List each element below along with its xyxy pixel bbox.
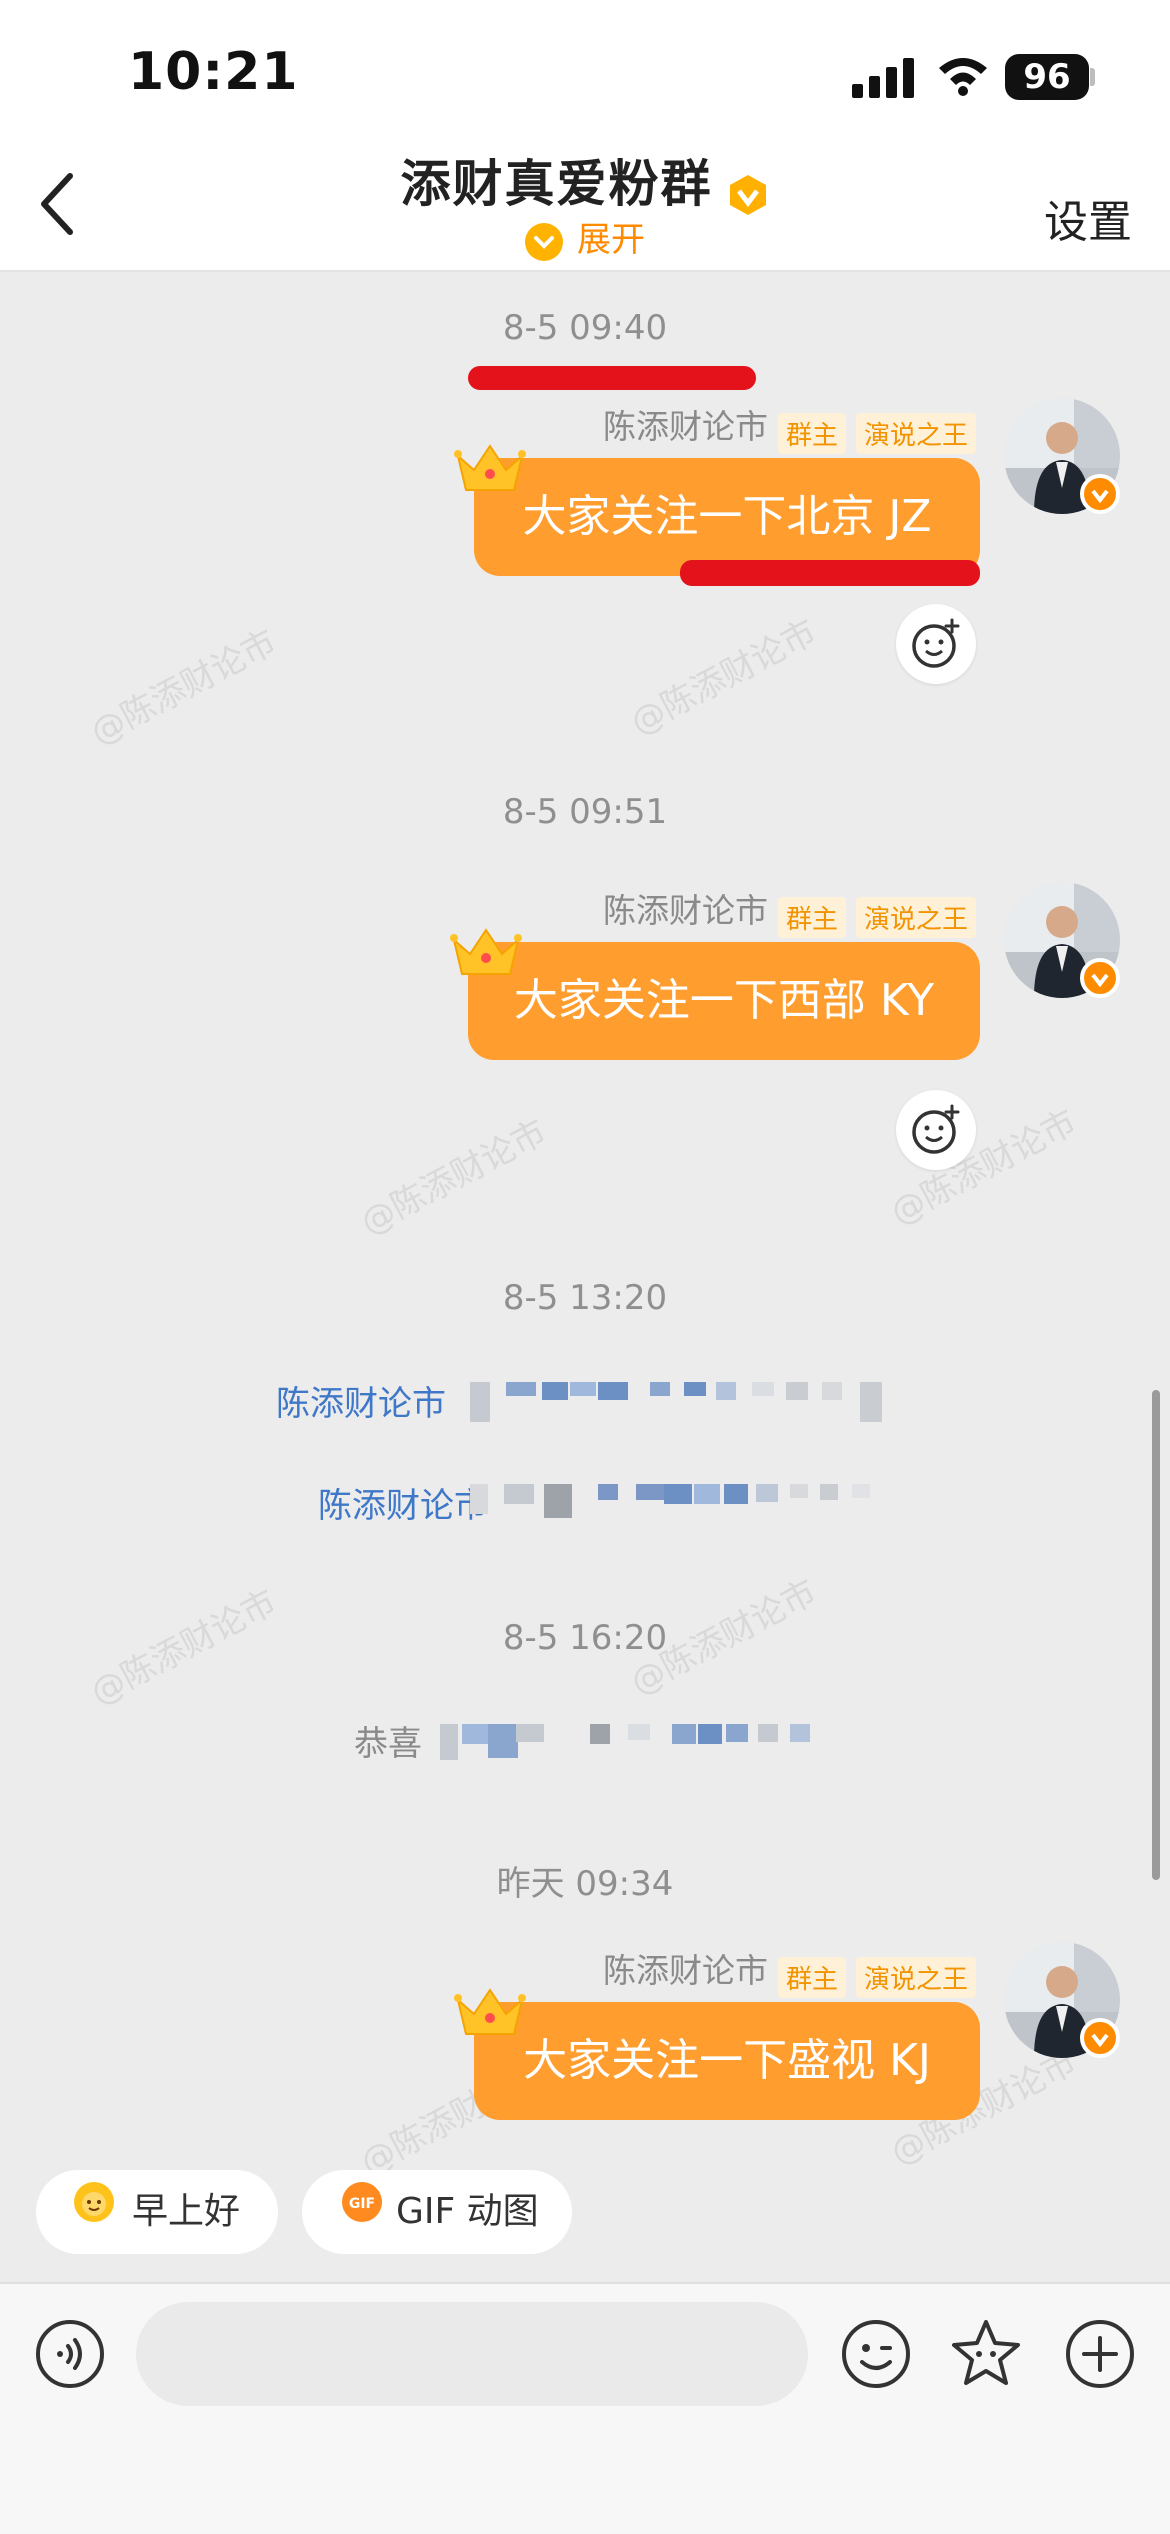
red-annotation-mark [468, 366, 756, 390]
system-message-name[interactable]: 陈添财论市 [276, 1376, 446, 1425]
message-timestamp: 8-5 09:51 [502, 792, 668, 832]
red-annotation-mark [680, 560, 980, 586]
status-time: 10:21 [128, 42, 299, 102]
redacted-block [758, 1724, 778, 1742]
title-tag: 演说之王 [855, 1957, 976, 1998]
sender-line: 陈添财论市 群主 演说之王 [603, 884, 976, 938]
redacted-block [724, 1484, 748, 1504]
role-tag: 群主 [777, 897, 846, 938]
redacted-block [570, 1382, 596, 1396]
group-name: 添财真爱粉群 [400, 155, 713, 213]
message-bubble[interactable]: 大家关注一下北京 JZ [474, 458, 980, 576]
redacted-block [790, 1484, 808, 1498]
verified-badge-icon [1080, 958, 1120, 998]
message-bubble[interactable]: 大家关注一下盛视 KJ [474, 2002, 980, 2120]
redacted-block [664, 1484, 692, 1504]
sun-face-icon [72, 2171, 116, 2255]
quick-reply-gif[interactable]: GIF GIF 动图 [302, 2170, 572, 2254]
redacted-block [636, 1484, 664, 1500]
redacted-block [790, 1724, 810, 1742]
redacted-block [590, 1724, 610, 1744]
verified-badge-icon [1080, 2018, 1120, 2058]
redacted-block [488, 1724, 518, 1758]
svg-text:GIF: GIF [349, 2196, 375, 2212]
redacted-block [694, 1484, 720, 1504]
redacted-block [860, 1382, 882, 1422]
verified-badge-icon [1080, 474, 1120, 514]
voice-icon[interactable] [34, 2318, 106, 2394]
message-input[interactable] [136, 2302, 808, 2406]
message-timestamp: 8-5 13:20 [502, 1278, 668, 1318]
redacted-block [542, 1382, 568, 1400]
redacted-block [756, 1484, 778, 1502]
watermark: @陈添财论市 [354, 1112, 554, 1244]
quick-reply-label: GIF 动图 [396, 2191, 539, 2232]
quick-reply-label: 早上好 [132, 2191, 241, 2232]
sender-line: 陈添财论市 群主 演说之王 [603, 400, 976, 454]
sender-line: 陈添财论市 群主 演说之王 [603, 1944, 976, 1998]
redacted-block [516, 1724, 544, 1742]
header-divider [0, 270, 1170, 272]
watermark: @陈添财论市 [624, 612, 824, 744]
battery-indicator: 96 [1005, 54, 1089, 100]
redacted-block [852, 1484, 870, 1498]
title-tag: 演说之王 [855, 897, 976, 938]
message-timestamp: 昨天 09:34 [496, 1864, 674, 1904]
redacted-block [698, 1724, 722, 1744]
quick-reply-good-morning[interactable]: 早上好 [36, 2170, 278, 2254]
settings-button[interactable]: 设置 [1044, 186, 1132, 250]
redacted-block [684, 1382, 706, 1396]
signal-icon [852, 56, 916, 98]
chevron-down-icon [525, 222, 563, 261]
redacted-block [752, 1382, 774, 1396]
group-title[interactable]: 添财真爱粉群 [0, 144, 1170, 221]
title-tag: 演说之王 [855, 413, 976, 454]
message-timestamp: 8-5 09:40 [502, 308, 668, 348]
sender-name[interactable]: 陈添财论市 [603, 1951, 768, 1990]
redacted-block [470, 1484, 488, 1514]
system-message-name[interactable]: 陈添财论市 [318, 1478, 488, 1527]
redacted-block [822, 1382, 842, 1400]
redacted-block [544, 1484, 572, 1518]
star-sticker-icon[interactable] [948, 2316, 1024, 2396]
battery-tip [1090, 68, 1095, 86]
add-reaction-icon[interactable] [896, 604, 976, 684]
system-message-text: 恭喜 [354, 1724, 422, 1764]
wifi-icon [935, 52, 991, 100]
crown-icon [448, 922, 524, 982]
expand-label: 展开 [577, 220, 645, 260]
crown-icon [452, 438, 528, 498]
message-bubble[interactable]: 大家关注一下西部 KY [468, 942, 980, 1060]
redacted-block [440, 1724, 458, 1760]
redacted-block [820, 1484, 838, 1500]
redacted-block [628, 1724, 650, 1740]
gif-icon: GIF [340, 2171, 384, 2255]
redacted-block [650, 1382, 670, 1396]
redacted-block [786, 1382, 808, 1400]
role-tag: 群主 [777, 413, 846, 454]
plus-icon[interactable] [1064, 2318, 1136, 2394]
redacted-block [672, 1724, 696, 1744]
emoji-icon[interactable] [840, 2318, 912, 2394]
redacted-block [716, 1382, 736, 1400]
redacted-block [598, 1484, 618, 1500]
sender-name[interactable]: 陈添财论市 [603, 891, 768, 930]
redacted-block [504, 1484, 534, 1504]
role-tag: 群主 [777, 1957, 846, 1998]
scrollbar[interactable] [1152, 1390, 1160, 1880]
redacted-block [598, 1382, 628, 1400]
add-reaction-icon[interactable] [896, 1090, 976, 1170]
watermark: @陈添财论市 [84, 622, 284, 754]
redacted-block [726, 1724, 748, 1742]
message-timestamp: 8-5 16:20 [502, 1618, 668, 1658]
redacted-block [506, 1382, 536, 1396]
expand-toggle[interactable]: 展开 [0, 212, 1170, 261]
crown-icon [452, 1982, 528, 2042]
redacted-block [470, 1382, 490, 1422]
sender-name[interactable]: 陈添财论市 [603, 407, 768, 446]
